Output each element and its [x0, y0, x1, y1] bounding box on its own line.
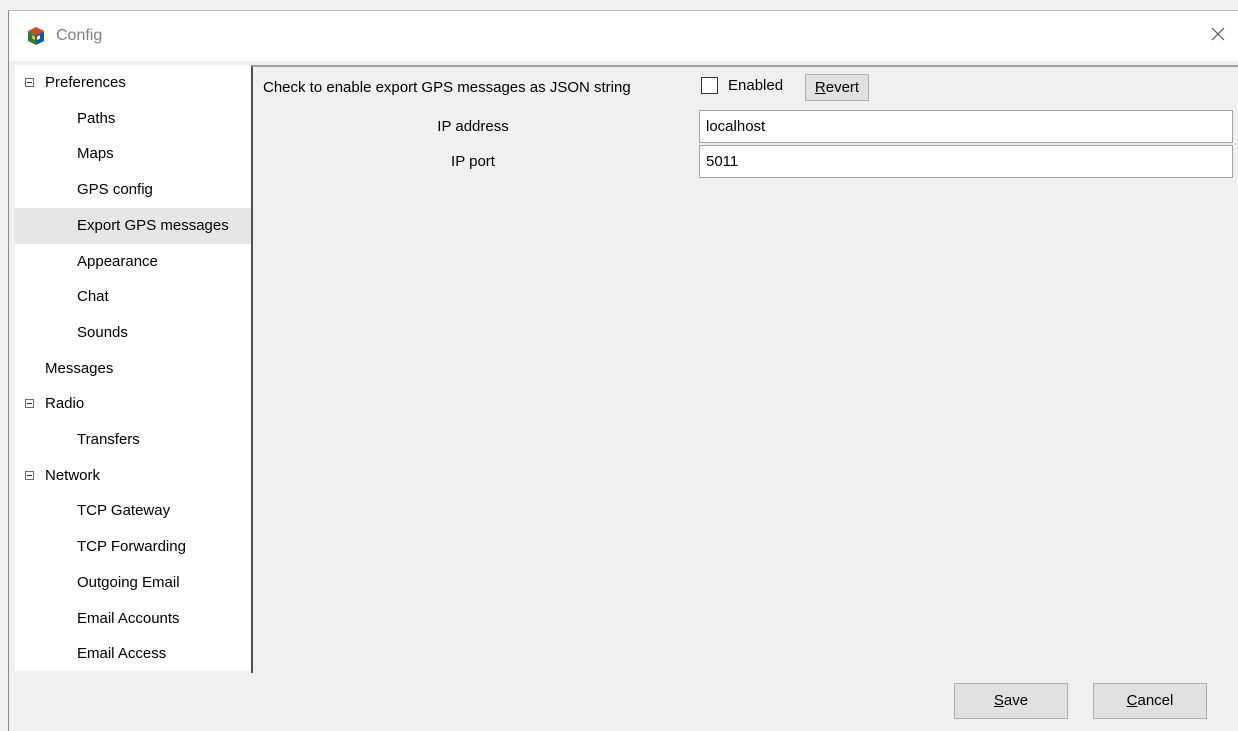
tree-item-label: Email Access [77, 645, 167, 663]
tree-item-label: Sounds [77, 323, 128, 341]
settings-tree: Preferences Paths Maps GPS config Export GPS… [15, 65, 251, 671]
tree-item-email-access[interactable]: Email Access [15, 636, 251, 672]
tree-item-appearance[interactable]: Appearance [15, 244, 251, 280]
cancel-label-rest: ancel [1137, 692, 1174, 709]
collapse-box-icon[interactable] [25, 470, 34, 480]
close-icon [1211, 27, 1225, 45]
config-window: Config Preferences Paths Maps GPS config Exp… [8, 10, 1238, 731]
ip-port-input[interactable] [699, 145, 1233, 178]
ip-address-input[interactable] [699, 110, 1233, 143]
tree-item-label: Paths [77, 109, 116, 127]
tree-item-sounds[interactable]: Sounds [15, 315, 251, 351]
tree-item-transfers[interactable]: Transfers [15, 422, 251, 458]
cancel-button[interactable]: Cancel [1093, 683, 1207, 719]
tree-item-label: Chat [77, 288, 109, 306]
collapse-box-icon[interactable] [25, 399, 34, 409]
enabled-checkbox-group[interactable]: Enabled [701, 77, 783, 94]
enabled-label: Enabled [728, 77, 784, 94]
save-button[interactable]: Save [954, 683, 1068, 719]
save-mnemonic: S [993, 692, 1004, 709]
tree-item-label: GPS config [77, 181, 153, 199]
tree-item-email-accounts[interactable]: Email Accounts [15, 601, 251, 637]
tree-item-label: Messages [45, 359, 114, 377]
title-bar: Config [9, 11, 1238, 61]
tree-item-maps[interactable]: Maps [15, 136, 251, 172]
tree-item-label: TCP Gateway [77, 502, 171, 520]
cancel-mnemonic: C [1126, 692, 1138, 709]
tree-item-label: Outgoing Email [77, 573, 180, 591]
revert-label-rest: evert [825, 79, 860, 96]
tree-item-chat[interactable]: Chat [15, 279, 251, 315]
tree-item-label: Transfers [77, 431, 140, 448]
tree-item-label: Preferences [45, 74, 126, 91]
tree-item-messages[interactable]: Messages [15, 351, 251, 387]
enabled-checkbox[interactable] [701, 77, 718, 94]
ip-port-label: IP port [451, 153, 495, 170]
revert-button[interactable]: Revert [805, 74, 869, 101]
app-cube-icon [26, 26, 46, 46]
tree-item-tcp-gateway[interactable]: TCP Gateway [15, 493, 251, 529]
tree-item-label: Export GPS messages [77, 216, 229, 234]
tree-item-network[interactable]: Network [15, 458, 251, 494]
export-description: Check to enable export GPS messages as J… [263, 79, 631, 96]
tree-item-tcp-forwarding[interactable]: TCP Forwarding [15, 529, 251, 565]
revert-mnemonic: R [814, 79, 826, 96]
window-title: Config [56, 27, 103, 44]
save-label-rest: ave [1003, 692, 1029, 709]
tree-item-export-gps-messages[interactable]: Export GPS messages [15, 207, 251, 244]
tree-item-label: Maps [77, 145, 114, 163]
tree-item-outgoing-email[interactable]: Outgoing Email [15, 565, 251, 601]
settings-panel: Check to enable export GPS messages as J… [251, 65, 1238, 673]
collapse-box-icon[interactable] [25, 78, 34, 87]
tree-item-radio[interactable]: Radio [15, 386, 251, 422]
tree-item-preferences[interactable]: Preferences [15, 65, 251, 101]
tree-item-label: Appearance [77, 252, 158, 270]
tree-item-gps-config[interactable]: GPS config [15, 172, 251, 208]
tree-item-label: Radio [45, 395, 85, 413]
ip-address-label: IP address [437, 118, 509, 135]
tree-item-label: TCP Forwarding [77, 538, 186, 556]
tree-item-paths[interactable]: Paths [15, 101, 251, 137]
tree-item-label: Email Accounts [77, 609, 180, 627]
tree-item-label: Network [45, 466, 101, 484]
close-button[interactable] [1201, 19, 1235, 53]
